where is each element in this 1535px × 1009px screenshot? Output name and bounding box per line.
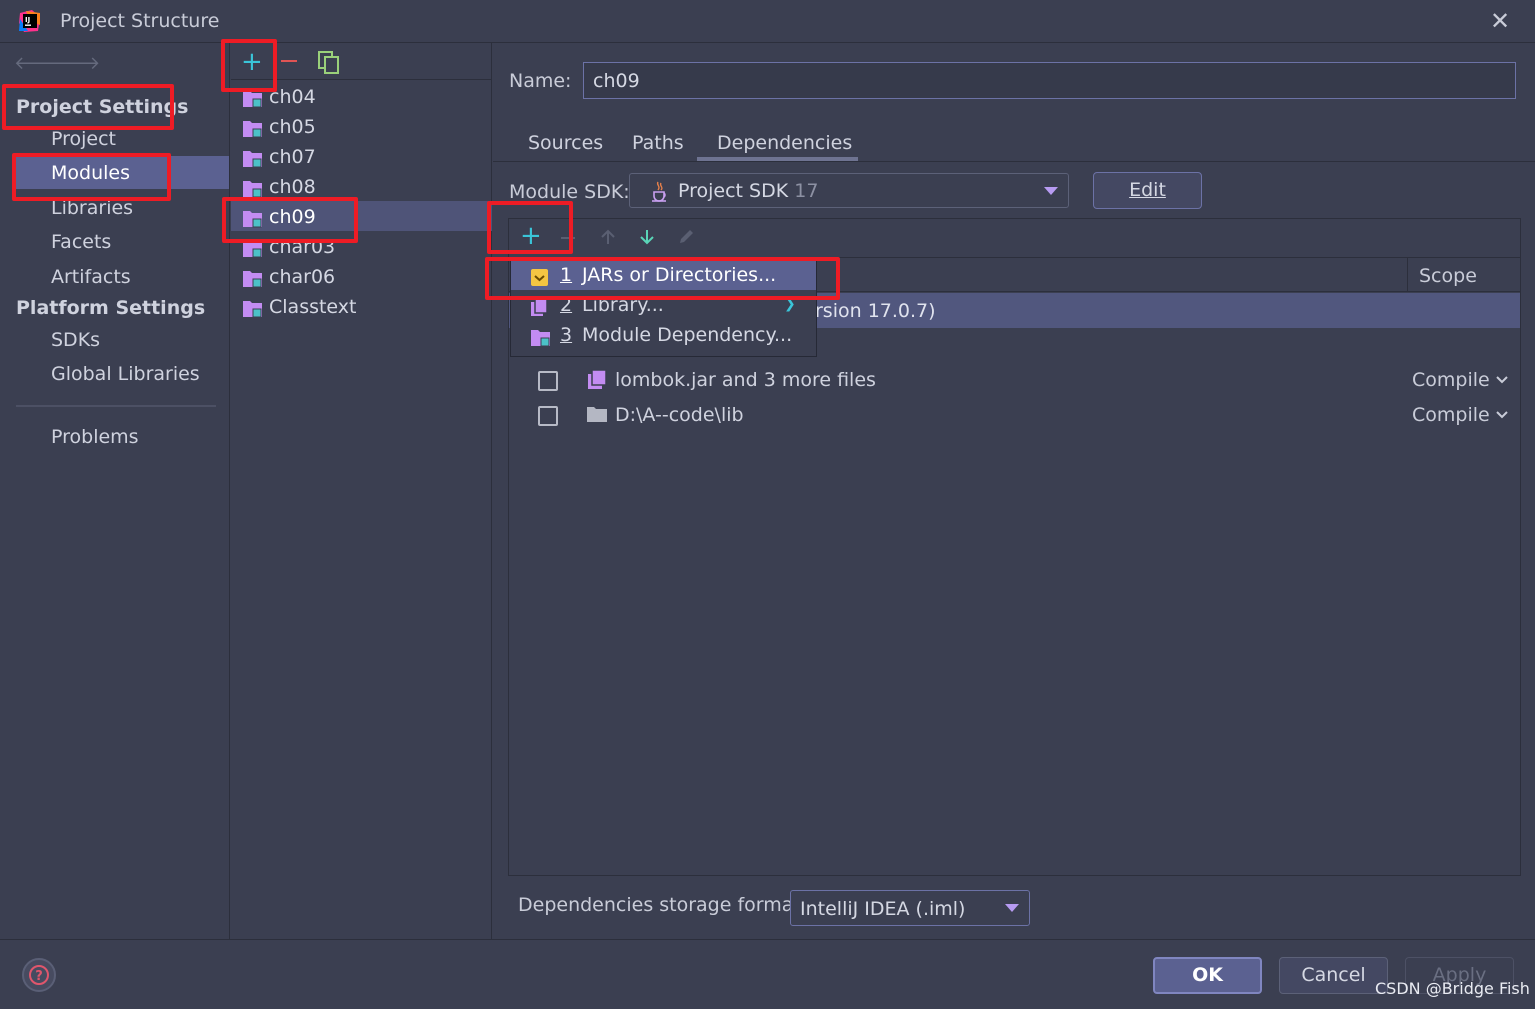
module-list-item[interactable]: ch07 — [242, 144, 490, 174]
dependency-export-checkbox[interactable] — [538, 371, 558, 391]
storage-format-value: IntelliJ IDEA (.iml) — [800, 898, 966, 920]
module-folder-icon — [243, 91, 262, 108]
module-sdk-label: Module SDK: — [509, 181, 630, 203]
edit-sdk-button[interactable]: Edit — [1093, 172, 1202, 209]
module-folder-icon — [243, 271, 262, 288]
footer-divider — [0, 939, 1535, 940]
sidebar-item-facets[interactable]: Facets — [51, 231, 111, 253]
highlight-jars-or-directories — [485, 257, 840, 300]
cancel-button[interactable]: Cancel — [1279, 957, 1388, 994]
module-name-input[interactable] — [583, 62, 1516, 99]
sidebar-item-global-libraries[interactable]: Global Libraries — [51, 363, 200, 385]
module-sdk-dropdown[interactable]: Project SDK 17 — [629, 173, 1069, 208]
scope-column-header: Scope — [1419, 265, 1477, 287]
library-icon — [588, 369, 607, 389]
jdk-row-text: rsion 17.0.7) — [815, 300, 936, 322]
dependency-scope[interactable]: Compile — [1412, 369, 1490, 391]
storage-format-label: Dependencies storage format: — [518, 894, 808, 916]
module-list-item[interactable]: Classtext — [242, 294, 490, 324]
help-button[interactable]: ? — [22, 958, 56, 992]
module-list-item[interactable]: char06 — [242, 264, 490, 294]
storage-format-dropdown[interactable]: IntelliJ IDEA (.iml) — [790, 890, 1030, 926]
tab-paths[interactable]: Paths — [632, 132, 684, 154]
platform-settings-heading: Platform Settings — [16, 297, 206, 319]
sidebar-item-project[interactable]: Project — [51, 128, 116, 150]
module-folder-icon — [243, 181, 262, 198]
menu-item-number: 3 — [560, 324, 573, 346]
svg-text:IJ: IJ — [25, 16, 30, 24]
window-title: Project Structure — [60, 10, 220, 32]
module-folder-icon — [243, 121, 262, 138]
module-list-item[interactable]: ch05 — [242, 114, 490, 144]
sidebar-item-problems[interactable]: Problems — [51, 426, 139, 448]
module-name: char06 — [269, 266, 336, 288]
tabs-divider — [493, 161, 1535, 162]
chevron-down-icon[interactable] — [1496, 375, 1508, 385]
remove-module-icon[interactable] — [281, 60, 297, 62]
title-bar — [0, 0, 1535, 43]
sidebar-divider — [16, 405, 216, 407]
java-cup-icon — [652, 181, 666, 202]
highlight-project-settings — [2, 84, 174, 130]
tab-sources[interactable]: Sources — [528, 132, 603, 154]
chevron-down-icon[interactable] — [1496, 410, 1508, 420]
highlight-modules — [12, 153, 171, 201]
highlight-add-module — [221, 39, 277, 92]
ok-button[interactable]: OK — [1153, 957, 1262, 994]
sdk-value: Project SDK — [678, 180, 789, 202]
library-icon — [531, 298, 548, 316]
dependency-name: D:\A--code\lib — [615, 404, 744, 426]
module-folder-icon — [531, 330, 550, 347]
module-name: ch05 — [269, 116, 316, 138]
intellij-logo-icon: IJ — [19, 10, 40, 32]
chevron-down-icon — [1005, 904, 1019, 912]
dependency-name: lombok.jar and 3 more files — [615, 369, 876, 391]
forward-arrow-icon[interactable]: 🡒 — [52, 53, 100, 74]
sidebar-item-artifacts[interactable]: Artifacts — [51, 266, 131, 288]
edit-label: Edit — [1129, 179, 1166, 201]
sidebar-item-sdks[interactable]: SDKs — [51, 329, 100, 351]
help-glyph: ? — [35, 969, 43, 984]
sdk-version: 17 — [794, 180, 819, 202]
highlight-ch09 — [222, 197, 358, 243]
edit-pencil-icon — [680, 230, 693, 243]
menu-item-label: Module Dependency... — [582, 324, 793, 346]
module-name: ch07 — [269, 146, 316, 168]
copy-module-icon[interactable] — [318, 51, 340, 75]
module-folder-icon — [243, 301, 262, 318]
module-name: Classtext — [269, 296, 357, 318]
scope-column-divider — [1407, 258, 1408, 292]
dependency-export-checkbox[interactable] — [538, 406, 558, 426]
highlight-add-dependency — [487, 201, 573, 254]
folder-icon — [587, 407, 607, 422]
close-button[interactable]: ✕ — [1488, 8, 1512, 34]
menu-item-module-dependency[interactable]: 3 Module Dependency... — [530, 322, 810, 352]
tab-dependencies[interactable]: Dependencies — [717, 132, 852, 154]
module-name: ch08 — [269, 176, 316, 198]
dependency-scope[interactable]: Compile — [1412, 404, 1490, 426]
move-down-icon[interactable] — [638, 228, 656, 246]
watermark-text: CSDN @Bridge Fish — [1375, 979, 1530, 998]
help-icon: ? — [29, 965, 49, 985]
module-folder-icon — [243, 151, 262, 168]
chevron-down-icon — [1044, 187, 1058, 195]
name-label: Name: — [509, 70, 572, 92]
move-up-icon — [601, 229, 615, 244]
module-list-item[interactable]: ch04 — [242, 84, 490, 114]
